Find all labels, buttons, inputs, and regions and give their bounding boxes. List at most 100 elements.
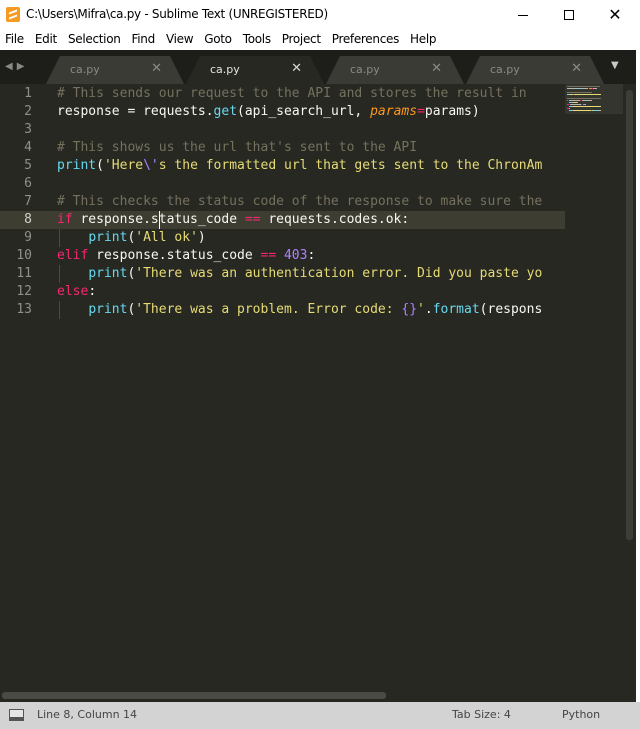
code-token: (respons <box>479 302 543 317</box>
menu-selection[interactable]: Selection <box>63 30 127 50</box>
syntax-indicator[interactable]: Python <box>562 708 600 721</box>
code-token: print <box>57 158 97 173</box>
code-token: . <box>424 302 433 317</box>
file-tab-2[interactable]: ca.py ✕ <box>186 56 324 84</box>
vertical-scrollbar-thumb[interactable] <box>626 90 633 540</box>
line-number: 9 <box>24 230 32 245</box>
tab-bar: ◀▶ ca.py ✕ ca.py ✕ ca.py ✕ ca.py ✕ ▼ <box>0 50 640 84</box>
cursor-position[interactable]: Line 8, Column 14 <box>37 708 137 721</box>
line-number: 2 <box>24 104 32 119</box>
code-token: 403 <box>283 248 308 263</box>
close-icon: ✕ <box>608 5 622 24</box>
line-number: 4 <box>24 140 32 155</box>
menu-tools[interactable]: Tools <box>238 30 277 50</box>
code-token: 'There was a problem. Error code: <box>135 302 402 317</box>
tab-close-icon[interactable]: ✕ <box>571 61 582 76</box>
minimap-line <box>572 110 591 111</box>
tab-size-indicator[interactable]: Tab Size: 4 <box>452 708 511 721</box>
code-area[interactable]: # This sends our request to the API and … <box>57 84 565 702</box>
code-token: response.status_code <box>88 248 261 263</box>
code-token: print <box>88 230 128 245</box>
line-number: 1 <box>24 86 32 101</box>
minimap[interactable] <box>565 84 623 702</box>
tab-background <box>46 56 184 84</box>
tab-close-icon[interactable]: ✕ <box>151 61 162 76</box>
menu-help[interactable]: Help <box>405 30 442 50</box>
maximize-icon <box>564 10 574 20</box>
menu-edit[interactable]: Edit <box>30 30 63 50</box>
code-token: print <box>88 302 128 317</box>
code-token: response = requests. <box>57 104 214 119</box>
code-token: ) <box>197 230 206 245</box>
minimap-line <box>574 94 602 95</box>
code-line[interactable]: if response.status_code == requests.code… <box>57 211 409 229</box>
code-line[interactable]: # This shows us the url that's sent to t… <box>57 139 417 157</box>
code-line[interactable]: response = requests.get(api_search_url, … <box>57 103 480 121</box>
indent-guide <box>59 301 60 319</box>
code-line[interactable]: print('There was an authentication error… <box>57 265 542 283</box>
code-line[interactable]: else: <box>57 283 96 301</box>
code-token: params) <box>424 104 480 119</box>
code-token: elif <box>57 248 89 263</box>
line-number: 11 <box>16 266 32 281</box>
menu-project[interactable]: Project <box>277 30 327 50</box>
code-token: == <box>244 212 261 227</box>
line-number: 8 <box>24 212 32 227</box>
minimap-line <box>568 100 580 101</box>
indent-guide <box>59 265 60 283</box>
line-number: 10 <box>16 248 32 263</box>
code-line[interactable]: # This checks the status code of the res… <box>57 193 542 211</box>
code-line[interactable]: elif response.status_code == 403: <box>57 247 315 265</box>
menu-view[interactable]: View <box>161 30 199 50</box>
minimap-line <box>576 102 578 103</box>
code-line[interactable]: print('Here\'s the formatted url that ge… <box>57 157 542 175</box>
close-window-button[interactable]: ✕ <box>592 0 638 30</box>
code-token: == <box>260 248 277 263</box>
tab-close-icon[interactable]: ✕ <box>291 61 302 76</box>
menu-file[interactable]: File <box>0 30 30 50</box>
line-number-gutter: 1 2 3 4 5 6 7 8 9 10 11 12 13 <box>0 84 44 702</box>
tab-navigation-arrows-icon[interactable]: ◀▶ <box>5 61 28 72</box>
tab-background <box>186 56 324 84</box>
code-token: params <box>370 104 418 119</box>
code-token: ' <box>417 302 425 317</box>
window-title: C:\Users\Mifra\ca.py - Sublime Text (UNR… <box>26 7 328 21</box>
line-number: 5 <box>24 158 32 173</box>
maximize-button[interactable] <box>546 0 592 30</box>
tab-label: ca.py <box>70 63 100 76</box>
title-bar: C:\Users\Mifra\ca.py - Sublime Text (UNR… <box>0 0 640 30</box>
code-token: \' <box>143 158 159 173</box>
file-tab-4[interactable]: ca.py ✕ <box>466 56 604 84</box>
code-token: : <box>88 284 97 299</box>
menu-bar: File Edit Selection Find View Goto Tools Projec… <box>0 30 640 50</box>
code-line[interactable]: # This sends our request to the API and … <box>57 85 534 103</box>
menu-find[interactable]: Find <box>127 30 161 50</box>
minimap-line <box>592 88 597 89</box>
tab-label: ca.py <box>210 63 240 76</box>
indent-guide <box>59 229 60 247</box>
tab-list-dropdown-icon[interactable]: ▼ <box>611 60 619 71</box>
text-cursor <box>158 211 160 229</box>
code-line[interactable]: print('All ok') <box>57 229 206 247</box>
line-number: 13 <box>16 302 32 317</box>
code-editor[interactable]: 1 2 3 4 5 6 7 8 9 10 11 12 13 # This sends our reque… <box>0 84 640 702</box>
file-tab-3[interactable]: ca.py ✕ <box>326 56 464 84</box>
minimap-line <box>567 98 602 99</box>
code-token: requests.codes.ok: <box>260 212 410 227</box>
menu-preferences[interactable]: Preferences <box>327 30 405 50</box>
minimize-button[interactable] <box>500 0 546 30</box>
code-token: # This sends our request to the API and … <box>57 86 535 101</box>
minimap-line <box>581 100 592 101</box>
code-line[interactable]: print('There was a problem. Error code: … <box>57 301 542 319</box>
horizontal-scrollbar-thumb[interactable] <box>2 692 386 699</box>
menu-goto[interactable]: Goto <box>199 30 238 50</box>
minimap-line <box>569 104 581 105</box>
minimap-line <box>567 92 593 93</box>
panel-toggle-icon[interactable] <box>9 709 24 721</box>
file-tab-1[interactable]: ca.py ✕ <box>46 56 184 84</box>
code-token: 'There was an authentication error. Did … <box>135 266 543 281</box>
line-number: 12 <box>16 284 32 299</box>
tab-close-icon[interactable]: ✕ <box>431 61 442 76</box>
